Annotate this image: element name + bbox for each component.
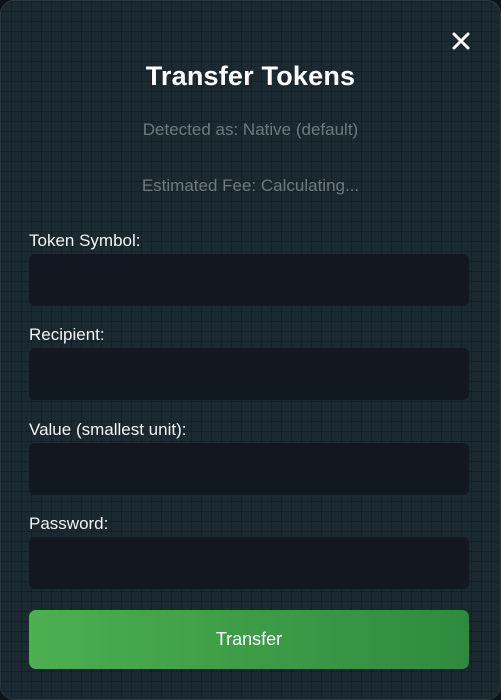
token-symbol-input[interactable] — [29, 254, 469, 306]
token-symbol-label: Token Symbol: — [29, 231, 141, 250]
detected-token-type: Detected as: Native (default) — [142, 120, 359, 139]
transfer-tokens-dialog: Transfer Tokens Detected as: Native (def… — [0, 0, 501, 700]
estimated-fee: Estimated Fee: Calculating... — [141, 176, 360, 195]
password-input[interactable] — [29, 537, 469, 589]
recipient-input[interactable] — [29, 348, 469, 400]
recipient-label: Recipient: — [29, 325, 105, 344]
password-label: Password: — [29, 514, 109, 533]
close-button[interactable] — [450, 30, 472, 52]
close-icon — [452, 32, 470, 50]
value-label: Value (smallest unit): — [29, 420, 187, 439]
value-input[interactable] — [29, 443, 469, 495]
dialog-title: Transfer Tokens — [145, 61, 356, 91]
transfer-button[interactable]: Transfer — [29, 610, 469, 669]
